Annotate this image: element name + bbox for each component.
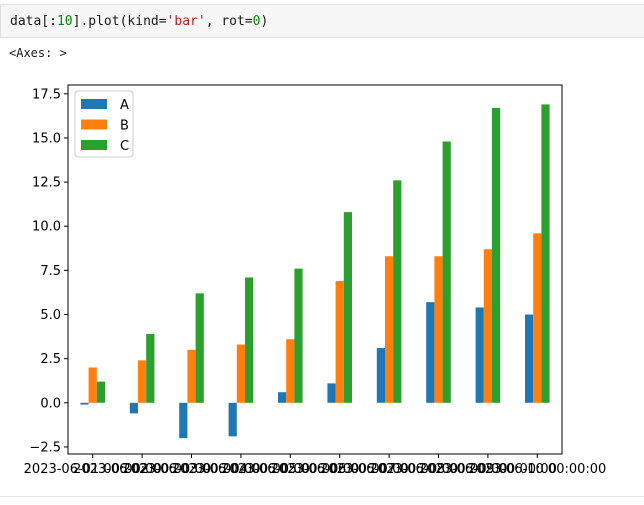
bar-b [88, 367, 97, 403]
bar-b [533, 233, 542, 403]
y-tick-label: 12.5 [32, 176, 61, 191]
y-tick-label: 10.0 [32, 220, 61, 235]
bar-c [245, 277, 254, 403]
bar-a [327, 383, 336, 403]
legend-swatch-b [81, 119, 107, 130]
bar-b [236, 344, 245, 403]
y-tick-label: 17.5 [32, 87, 61, 102]
bar-a [80, 402, 89, 405]
bar-c [343, 212, 352, 403]
bar-c [195, 293, 204, 403]
legend-label-b: B [120, 119, 129, 134]
legend-swatch-c [81, 140, 107, 150]
bar-a [228, 402, 237, 437]
bar-c [442, 141, 451, 403]
bar-c [492, 107, 501, 403]
bar-a [179, 402, 188, 439]
bar-b [187, 349, 196, 403]
bar-b [483, 249, 492, 403]
y-tick-label: 5.0 [40, 308, 61, 323]
legend-label-c: C [120, 139, 129, 154]
bar-a [426, 302, 435, 403]
bar-a [475, 307, 484, 403]
bar-chart: −2.5 0.0 2.5 5.0 7.5 10.0 12.5 15.0 17.5 2023-06-… [24, 84, 606, 477]
y-tick-label: 2.5 [40, 352, 61, 367]
y-tick-label: 0.0 [40, 396, 61, 411]
bar-b [138, 360, 147, 403]
legend-label-a: A [120, 98, 129, 113]
bar-c [294, 268, 303, 403]
bar-a [278, 392, 287, 403]
bar-a [376, 348, 385, 403]
bar-c [393, 180, 402, 403]
bar-b [385, 256, 394, 403]
y-tick-label: −2.5 [29, 440, 61, 455]
x-tick-label: 2023-06-10 00:00:00 [468, 462, 606, 477]
y-tick-label: 7.5 [40, 264, 61, 279]
bar-c [146, 333, 155, 403]
bar-a [525, 314, 534, 403]
bar-b [335, 280, 344, 403]
bar-b [286, 339, 295, 403]
bar-c [96, 381, 105, 403]
bar-b [434, 256, 443, 403]
legend-swatch-a [81, 99, 107, 109]
bar-a [129, 402, 138, 414]
bar-c [541, 104, 550, 403]
y-tick-label: 15.0 [32, 131, 61, 146]
cell-divider [0, 496, 644, 497]
